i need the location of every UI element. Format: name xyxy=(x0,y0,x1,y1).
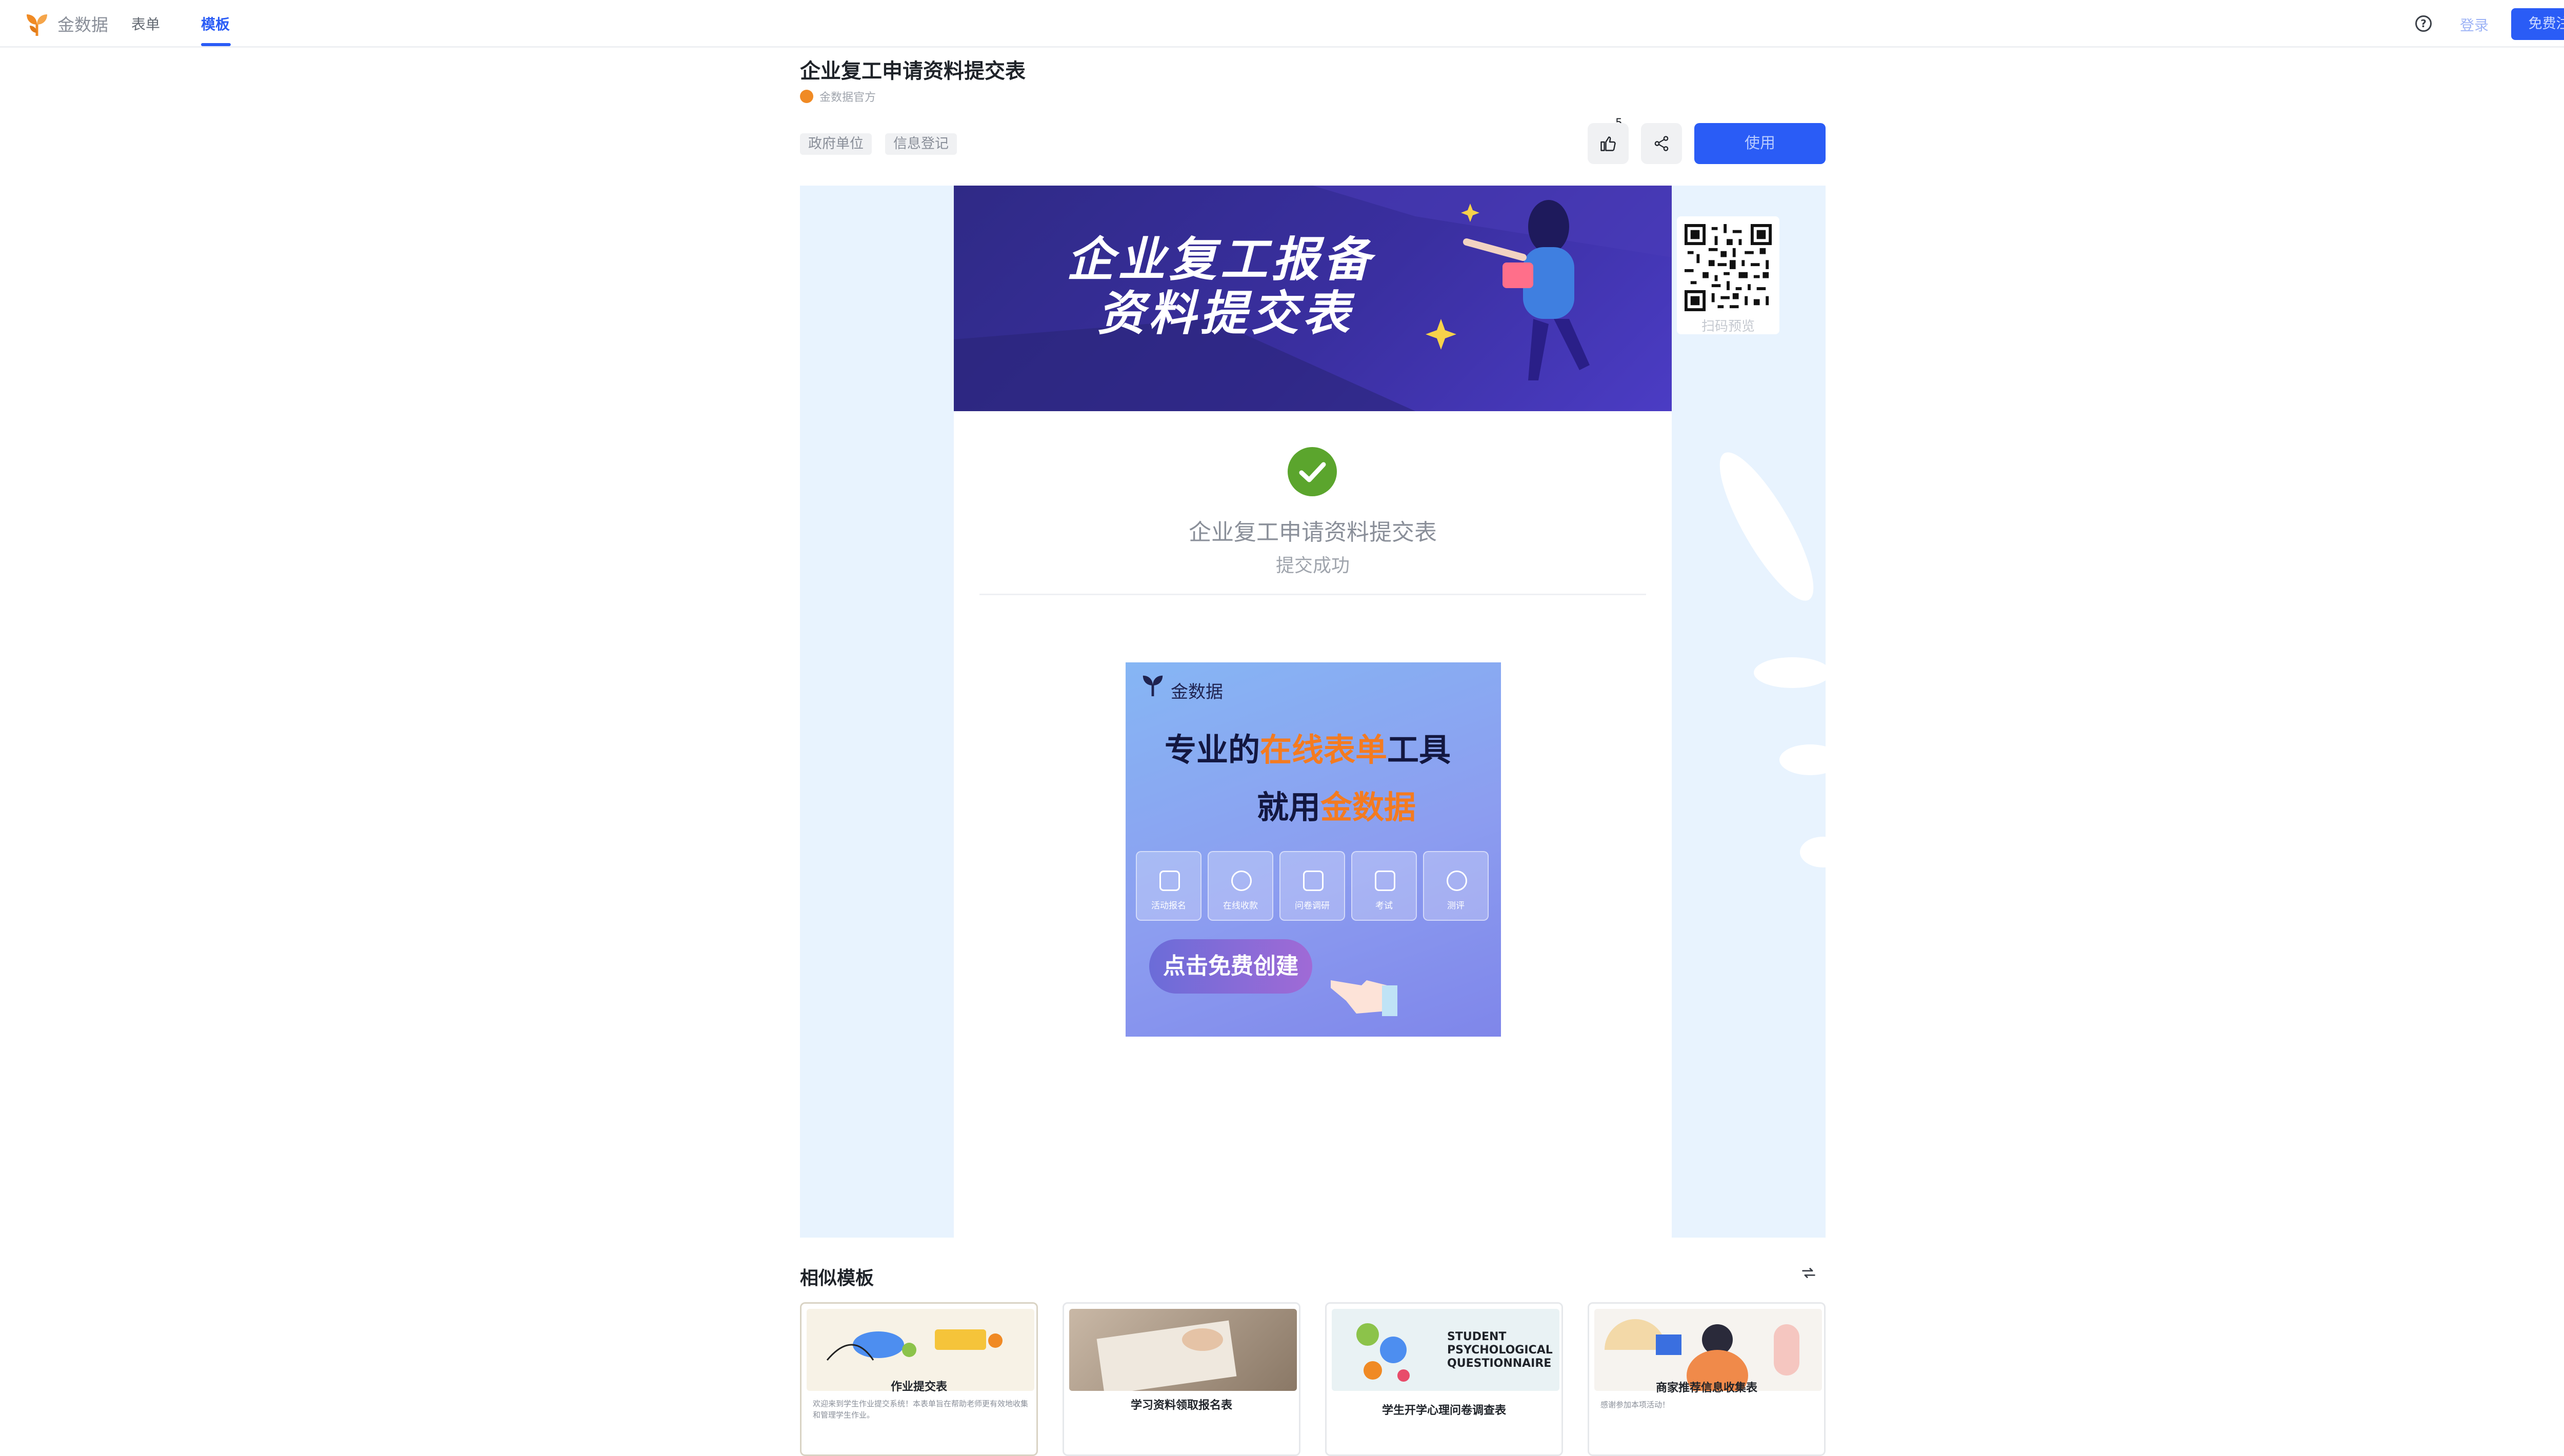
promo-brand: 金数据 xyxy=(1171,682,1223,702)
template-name: 商家推荐信息收集表 xyxy=(1655,1382,1757,1394)
yuan-icon xyxy=(1231,871,1252,891)
chat-icon xyxy=(1303,871,1324,891)
feature-label: 问卷调研 xyxy=(1295,901,1330,911)
logo-icon xyxy=(27,14,47,36)
similar-templates-title: 相似模板 xyxy=(800,1268,874,1289)
feature-label: 考试 xyxy=(1375,901,1393,911)
tag-government[interactable]: 政府单位 xyxy=(800,133,872,155)
promo-cta-button[interactable]: 点击免费创建 xyxy=(1149,939,1312,994)
template-card[interactable]: 学习资料领取报名表 xyxy=(1063,1302,1300,1456)
template-card[interactable]: 作业提交表 欢迎来到学生作业提交系统！本表单旨在帮助老师更有效地收集和管理学生作… xyxy=(800,1302,1038,1456)
success-message: 提交成功 xyxy=(1275,555,1350,576)
template-name: 学习资料领取报名表 xyxy=(1130,1399,1232,1412)
template-thumbnail: STUDENT PSYCHOLOGICAL QUESTIONNAIRE xyxy=(1332,1309,1559,1391)
nav-active-indicator xyxy=(201,43,231,46)
template-card[interactable]: STUDENT PSYCHOLOGICAL QUESTIONNAIRE 学生开学… xyxy=(1325,1302,1563,1456)
login-link[interactable]: 登录 xyxy=(2460,14,2489,35)
decor-leaf xyxy=(1800,837,1826,867)
brand-name: 金数据 xyxy=(57,15,108,35)
author-name: 金数据官方 xyxy=(819,91,876,104)
feature-card: 考试 xyxy=(1351,851,1417,921)
pointing-hand-icon xyxy=(1331,980,1397,1016)
refresh-icon[interactable] xyxy=(1800,1264,1817,1282)
logo[interactable]: 金数据 xyxy=(24,10,108,37)
decor-leaf xyxy=(1754,657,1826,688)
thumbs-up-icon xyxy=(1600,136,1616,151)
template-name: 作业提交表 xyxy=(890,1381,947,1393)
share-button[interactable] xyxy=(1641,123,1682,164)
decor-leaf xyxy=(1779,744,1826,775)
promo-headline-2b: 金数据 xyxy=(1320,788,1416,826)
template-description: 感谢参加本项活动！ xyxy=(1600,1400,1670,1409)
author-avatar xyxy=(800,90,813,103)
qr-label: 扫码预览 xyxy=(1701,319,1755,334)
template-name: 学生开学心理问卷调查表 xyxy=(1381,1404,1506,1417)
promo-headline-2a: 就用 xyxy=(1257,788,1321,826)
promo-headline-1: 专业的在线表单工具 xyxy=(1165,724,1451,770)
feature-card: 在线收款 xyxy=(1208,851,1273,921)
promo-headline-1c: 工具 xyxy=(1387,731,1451,769)
template-thumbnail xyxy=(1069,1309,1297,1395)
nav-templates[interactable]: 模板 xyxy=(201,13,230,34)
promo-headline-2: 就用金数据 xyxy=(1257,781,1416,827)
banner-title-line2: 资料提交表 xyxy=(1097,286,1354,341)
qr-code-icon xyxy=(1685,224,1772,311)
nav-forms[interactable]: 表单 xyxy=(131,13,160,34)
register-button[interactable]: 免费注册 xyxy=(2511,8,2564,40)
help-icon[interactable]: ? xyxy=(2415,15,2432,32)
megaphone-icon xyxy=(1159,871,1180,891)
qr-preview: 扫码预览 xyxy=(1677,216,1779,334)
template-preview: 企业复工报备 资料提交表 企业复工申请资料提交表 提交成功 金数据 专业的在线表… xyxy=(800,186,1826,1238)
thumbnail-illustration xyxy=(1096,1320,1237,1395)
thumbnail-caption: STUDENT PSYCHOLOGICAL QUESTIONNAIRE xyxy=(1447,1330,1553,1370)
cube-icon xyxy=(1447,871,1467,891)
divider xyxy=(979,594,1646,595)
thumbnail-illustration xyxy=(1356,1323,1410,1382)
promo-logo-icon xyxy=(1143,675,1163,697)
share-icon xyxy=(1654,136,1669,151)
feature-card: 测评 xyxy=(1423,851,1489,921)
feature-label: 在线收款 xyxy=(1223,901,1258,911)
like-button[interactable] xyxy=(1588,123,1629,164)
success-check-icon xyxy=(1288,447,1337,496)
promo-headline-1a: 专业的 xyxy=(1165,731,1260,769)
use-template-button[interactable]: 使用 xyxy=(1694,123,1826,164)
author: 金数据官方 xyxy=(800,88,876,105)
success-form-title: 企业复工申请资料提交表 xyxy=(1189,519,1437,545)
feature-card: 活动报名 xyxy=(1136,851,1201,921)
feature-label: 测评 xyxy=(1447,901,1465,911)
form-banner: 企业复工报备 资料提交表 xyxy=(954,186,1672,411)
pen-icon xyxy=(1375,871,1395,891)
form-page: 企业复工报备 资料提交表 企业复工申请资料提交表 提交成功 金数据 专业的在线表… xyxy=(954,186,1672,1238)
feature-card: 问卷调研 xyxy=(1279,851,1345,921)
top-navbar: 金数据 表单 模板 ? 登录 免费注册 xyxy=(0,0,2564,48)
promo-banner[interactable]: 金数据 专业的在线表单工具 就用金数据 活动报名 在线收款 问卷调研 考试 测评… xyxy=(1126,662,1501,1037)
template-description: 欢迎来到学生作业提交系统！本表单旨在帮助老师更有效地收集和管理学生作业。 xyxy=(813,1399,1029,1420)
decor-leaf xyxy=(1704,441,1826,612)
page-title: 企业复工申请资料提交表 xyxy=(800,59,1026,83)
feature-label: 活动报名 xyxy=(1151,901,1186,911)
template-card[interactable]: 商家推荐信息收集表 感谢参加本项活动！ xyxy=(1588,1302,1826,1456)
promo-headline-1b: 在线表单 xyxy=(1260,731,1388,769)
tag-info-registration[interactable]: 信息登记 xyxy=(885,133,957,155)
